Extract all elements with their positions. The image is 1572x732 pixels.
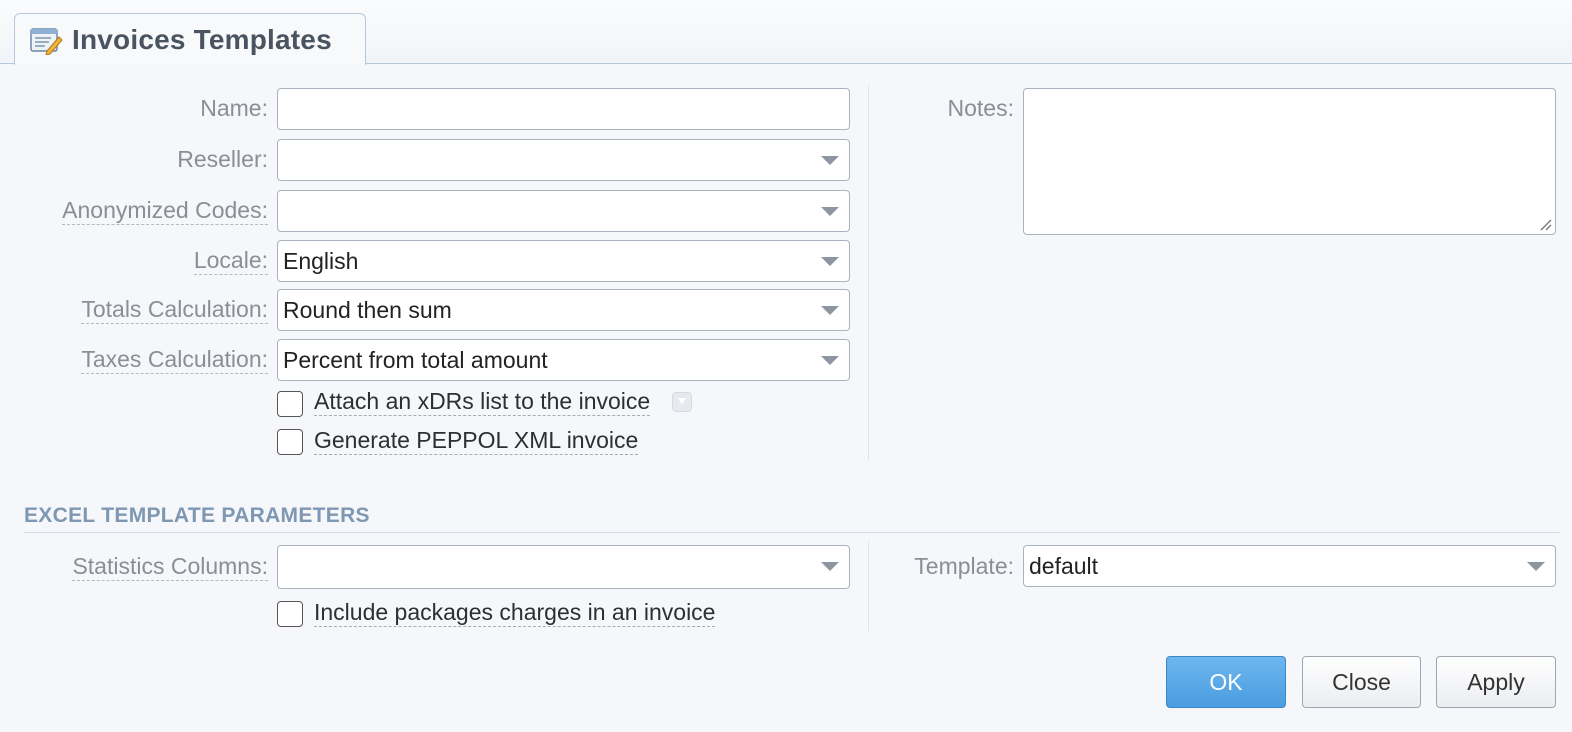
reseller-label: Reseller: [177, 146, 268, 172]
generate-peppol-checkbox[interactable] [277, 429, 303, 455]
attach-xdrs-checkbox[interactable] [277, 391, 303, 417]
tab-invoices-templates[interactable]: Invoices Templates [14, 13, 366, 65]
close-button[interactable]: Close [1302, 656, 1421, 708]
reseller-select[interactable] [277, 139, 850, 181]
locale-select[interactable]: English [277, 240, 850, 282]
column-divider [868, 85, 869, 460]
page-title: Invoices Templates [72, 23, 332, 55]
taxes-calculation-value: Percent from total amount [283, 346, 548, 373]
apply-button[interactable]: Apply [1436, 656, 1556, 708]
locale-value: English [283, 247, 359, 274]
section-title-excel: EXCEL TEMPLATE PARAMETERS [24, 504, 370, 527]
generate-peppol-label[interactable]: Generate PEPPOL XML invoice [314, 427, 639, 455]
chevron-down-icon [821, 257, 839, 266]
chevron-down-icon [821, 356, 839, 365]
chevron-down-icon [821, 562, 839, 571]
section-divider [24, 532, 1560, 533]
template-value: default [1029, 552, 1099, 579]
statistics-columns-select[interactable] [277, 545, 850, 589]
tab-bar: Invoices Templates [0, 0, 1572, 65]
name-label: Name: [200, 95, 268, 121]
anonymized-codes-select[interactable] [277, 190, 850, 232]
chevron-down-icon [821, 207, 839, 216]
download-info-icon[interactable] [672, 392, 692, 412]
totals-calculation-value: Round then sum [283, 296, 452, 323]
chevron-down-icon [1527, 562, 1545, 571]
template-select[interactable]: default [1023, 545, 1556, 587]
template-label: Template: [914, 553, 1014, 579]
include-packages-label[interactable]: Include packages charges in an invoice [314, 599, 716, 627]
statistics-columns-label: Statistics Columns: [72, 553, 268, 581]
name-input[interactable] [277, 88, 850, 130]
form-content: Name: Reseller: Anonymized Codes: Locale… [0, 65, 1572, 732]
taxes-calculation-select[interactable]: Percent from total amount [277, 339, 850, 381]
column-divider-excel [868, 541, 869, 631]
form-edit-icon [30, 27, 63, 55]
ok-button[interactable]: OK [1166, 656, 1286, 708]
include-packages-checkbox[interactable] [277, 601, 303, 627]
resize-handle-icon[interactable] [1538, 217, 1552, 231]
totals-calculation-label: Totals Calculation: [81, 296, 268, 324]
taxes-calculation-label: Taxes Calculation: [81, 346, 268, 374]
chevron-down-icon [821, 306, 839, 315]
chevron-down-icon [821, 156, 839, 165]
notes-label: Notes: [947, 95, 1014, 121]
notes-textarea[interactable] [1023, 88, 1556, 235]
attach-xdrs-label[interactable]: Attach an xDRs list to the invoice [314, 388, 651, 416]
anonymized-codes-label: Anonymized Codes: [62, 197, 268, 225]
locale-label: Locale: [193, 247, 268, 275]
totals-calculation-select[interactable]: Round then sum [277, 289, 850, 331]
